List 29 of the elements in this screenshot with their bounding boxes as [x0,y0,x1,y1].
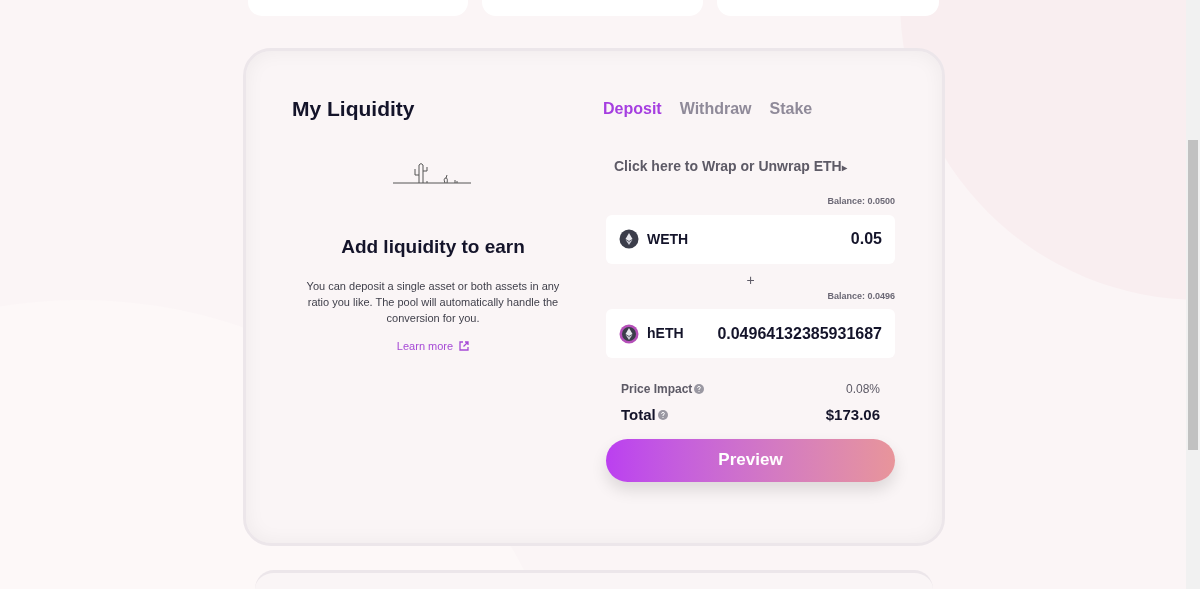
empty-state-heading: Add liquidity to earn [341,235,525,259]
token-input[interactable]: WETH 0.05 [606,214,895,264]
token-name: WETH [647,229,689,249]
card-title: My Liquidity [292,97,415,121]
tab[interactable]: Deposit [603,97,662,121]
wrap-link[interactable]: Click here to Wrap or Unwrap ETH▸ [614,156,895,177]
ethereum-icon [619,323,639,344]
scroll-thumb[interactable] [1188,140,1198,450]
token-amount: 0.05 [850,229,882,249]
empty-state-text: You can deposit a single asset or both assets in any ratio you like. The pool will automatically handle the conversion for you. [305,278,561,326]
tab[interactable]: Stake [769,97,813,121]
help-icon[interactable] [694,384,705,394]
external-link-icon [459,340,470,351]
ethereum-icon [619,229,639,249]
plus-sign: + [746,271,755,288]
help-icon[interactable] [657,410,668,421]
token-name: hETH [647,324,684,343]
learn-more-link[interactable]: Learn more [396,337,470,354]
balance-label: Balance: 0.0496 [827,289,895,303]
scroll-bar[interactable] [1186,0,1200,589]
preview-button[interactable]: Preview [606,438,895,482]
token-input[interactable]: hETH 0.04964132385931687 [606,309,895,358]
summary-value: $173.06 [825,405,880,425]
summary-label: Total [621,405,656,425]
token-amount: 0.04964132385931687 [717,323,882,344]
summary-label: Price Impact [621,381,693,398]
tab[interactable]: Withdraw [679,97,752,121]
summary-value: 0.08% [845,381,880,398]
balance-label: Balance: 0.0500 [827,195,895,208]
